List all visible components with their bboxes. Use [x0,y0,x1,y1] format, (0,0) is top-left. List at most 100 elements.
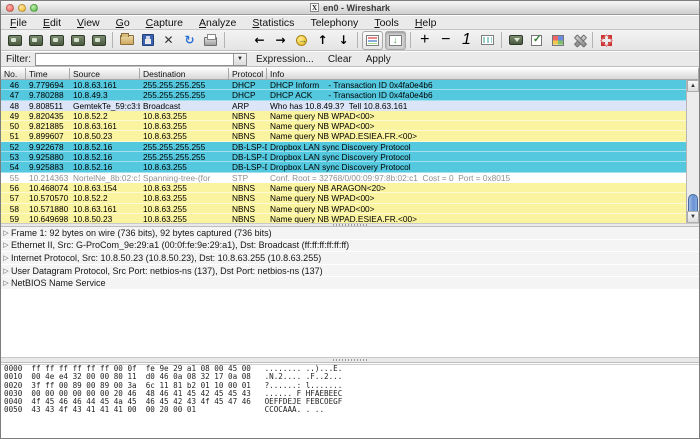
column-header-protocol[interactable]: Protocol [229,68,267,79]
coloring-rules-icon[interactable] [547,31,568,50]
menu-file[interactable]: File [2,16,35,30]
scroll-up-icon[interactable]: ▲ [687,80,699,92]
menu-telephony[interactable]: Telephony [302,16,366,30]
menu-analyze[interactable]: Analyze [191,16,244,30]
print-icon[interactable] [200,31,221,50]
find-packet-icon[interactable] [228,31,249,50]
column-header-time[interactable]: Time [26,68,70,79]
packet-row-47[interactable]: 47 9.780288 10.8.49.3 255.255.255.255 DHCP DH… [1,90,686,101]
cell-proto: NBNS [232,193,256,204]
preferences-icon[interactable] [568,31,589,50]
packet-row-55[interactable]: 55 10.214363 NortelNe_8b:02:c1 Spanning-tre… [1,172,686,183]
detail-text: Frame 1: 92 bytes on wire (736 bits), 92… [11,227,272,238]
autoscroll-icon[interactable] [385,30,406,50]
packet-list-scrollbar[interactable]: ▲ ▼ [686,80,699,223]
interfaces-icon[interactable] [4,31,25,50]
packet-row-50[interactable]: 50 9.821885 10.8.63.161 10.8.63.255 NBNS Name… [1,121,686,132]
open-file-icon[interactable] [116,31,137,50]
menu-capture[interactable]: Capture [138,16,191,30]
close-capture-icon[interactable]: ✕ [158,31,179,50]
zoom-in-icon[interactable]: + [414,31,435,50]
cell-no: 46 [9,80,19,90]
detail-row-1[interactable]: ▷ Ethernet II, Src: G-ProCom_9e:29:a1 (00… [1,239,699,252]
menu-view[interactable]: View [69,16,108,30]
cell-no: 54 [9,162,19,173]
detail-row-3[interactable]: ▷ User Datagram Protocol, Src Port: netbi… [1,264,699,277]
packet-row-57[interactable]: 57 10.570570 10.8.52.2 10.8.63.255 NBNS Name … [1,193,686,204]
cell-info: Name query NB WPAD<00> [270,203,375,214]
packet-row-51[interactable]: 51 9.899607 10.8.50.23 10.8.63.255 NBNS Name … [1,131,686,142]
filter-expression-button[interactable]: Expression... [256,54,314,65]
column-header-source[interactable]: Source [70,68,140,79]
cell-dst: 255.255.255.255 [143,80,206,90]
expander-icon[interactable]: ▷ [1,229,11,237]
save-file-icon[interactable] [137,31,158,50]
packet-row-56[interactable]: 56 10.468074 10.8.63.154 10.8.63.255 NBNS Nam… [1,182,686,194]
cell-time: 9.922678 [29,141,64,152]
cell-no: 56 [9,182,19,193]
zoom-100-icon[interactable]: 1 [456,31,477,50]
menu-go[interactable]: Go [108,16,138,30]
capture-start-icon[interactable] [46,31,67,50]
help-icon[interactable] [596,31,617,50]
go-bottom-icon[interactable]: ↓ [333,31,354,50]
cell-dst: 10.8.63.255 [143,213,187,223]
cell-proto: NBNS [232,203,256,214]
cell-time: 9.820435 [29,110,64,121]
menu-edit[interactable]: Edit [35,16,69,30]
menu-help[interactable]: Help [407,16,445,30]
scroll-down-icon[interactable]: ▼ [687,211,699,223]
capture-filters-icon[interactable] [505,31,526,50]
expander-icon[interactable]: ▷ [1,241,11,249]
detail-row-2[interactable]: ▷ Internet Protocol, Src: 10.8.50.23 (10.… [1,252,699,264]
cell-dst: Broadcast [143,100,181,111]
menu-tools[interactable]: Tools [366,16,407,30]
packet-row-58[interactable]: 58 10.571880 10.8.63.161 10.8.63.255 NBNS Nam… [1,203,686,214]
zoom-out-icon[interactable]: − [435,31,456,50]
packet-row-52[interactable]: 52 9.922678 10.8.52.16 255.255.255.255 DB-LS… [1,141,686,153]
packet-row-48[interactable]: 48 9.808511 GemtekTe_59:c3:ba Broadcast ARP W… [1,100,686,111]
goto-packet-icon[interactable] [291,31,312,50]
go-top-icon[interactable]: ↑ [312,31,333,50]
expander-icon[interactable]: ▷ [1,267,11,275]
hex-row-0050[interactable]: 0050 43 43 4f 43 41 41 41 00 00 20 00 01… [4,406,699,414]
capture-options-icon[interactable] [25,31,46,50]
toolbar-separator [357,32,358,48]
reload-icon[interactable]: ↻ [179,31,200,50]
cell-time: 10.570570 [29,193,69,204]
filter-clear-button[interactable]: Clear [328,54,352,65]
filter-dropdown-button[interactable]: ▼ [233,53,246,65]
filter-apply-button[interactable]: Apply [366,54,391,65]
expander-icon[interactable]: ▷ [1,279,11,287]
packet-row-54[interactable]: 54 9.925883 10.8.52.16 10.8.63.255 DB-LSP-DI… [1,162,686,173]
resize-columns-icon[interactable] [477,31,498,50]
column-header-info[interactable]: Info [267,68,699,79]
menu-statistics[interactable]: Statistics [244,16,302,30]
column-header-no[interactable]: No. [1,68,26,79]
cell-src: 10.8.63.154 [73,182,117,193]
expander-icon[interactable]: ▷ [1,254,11,262]
capture-stop-icon[interactable] [67,31,88,50]
cell-no: 51 [9,131,19,142]
cell-proto: DB-LSP-DI [232,152,267,163]
detail-row-0[interactable]: ▷ Frame 1: 92 bytes on wire (736 bits), 9… [1,227,699,239]
capture-restart-icon[interactable] [88,31,109,50]
toolbar-separator [410,32,411,48]
go-forward-icon[interactable]: → [270,31,291,50]
detail-row-4[interactable]: ▷ NetBIOS Name Service [1,277,699,289]
details-hex-splitter[interactable] [1,357,699,363]
packet-row-46[interactable]: 46 9.779694 10.8.63.161 255.255.255.255 DHCP… [1,80,686,91]
cell-src: 10.8.63.161 [73,80,117,90]
cell-no: 47 [9,90,19,101]
packet-row-49[interactable]: 49 9.820435 10.8.52.2 10.8.63.255 NBNS Name q… [1,110,686,122]
packet-row-53[interactable]: 53 9.925880 10.8.52.16 255.255.255.255 DB-LS… [1,152,686,163]
title-bar[interactable]: X en0 - Wireshark [1,1,699,15]
column-header-destination[interactable]: Destination [140,68,229,79]
packet-row-59[interactable]: 59 10.649698 10.8.50.23 10.8.63.255 NBNS Name… [1,213,686,223]
cell-info: Dropbox LAN sync Discovery Protocol [270,152,411,163]
cell-info: Name query NB WPAD<00> [270,193,375,204]
filter-input[interactable] [36,53,233,65]
display-filters-icon[interactable] [526,31,547,50]
go-back-icon[interactable]: ← [249,31,270,50]
colorize-list-icon[interactable] [362,30,383,50]
